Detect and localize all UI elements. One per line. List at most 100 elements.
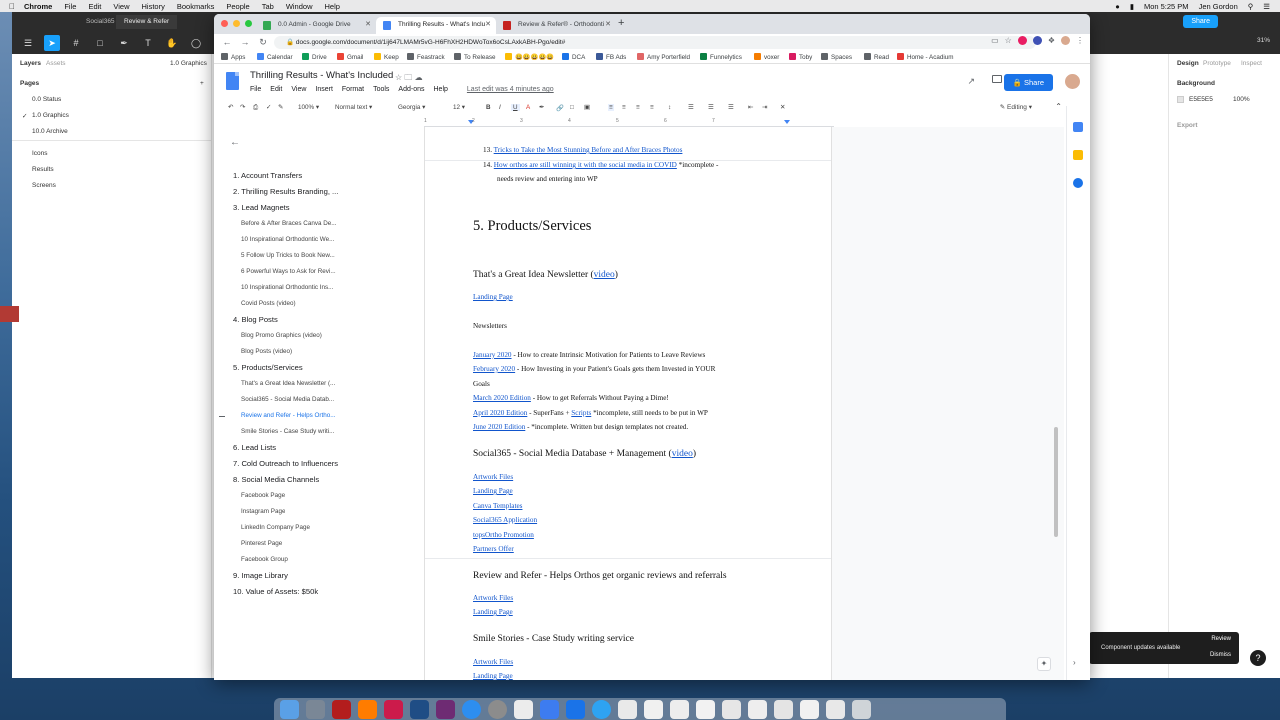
apple-icon[interactable]: : [0, 2, 24, 11]
video-link[interactable]: video: [672, 449, 693, 459]
browser-tab-active[interactable]: Thrilling Results - What's Inclu ✕: [376, 17, 496, 34]
document-thumbnail[interactable]: [774, 699, 793, 719]
profile-avatar[interactable]: [1061, 36, 1070, 45]
color-opacity[interactable]: 100%: [1233, 96, 1250, 103]
reload-icon[interactable]: ↻: [258, 37, 268, 48]
menubar-help[interactable]: Help: [325, 2, 340, 11]
figma-zoom[interactable]: 31%: [1257, 37, 1270, 44]
doc-link[interactable]: Landing Page: [473, 672, 513, 680]
scrollbar[interactable]: [1054, 427, 1058, 537]
files-icon[interactable]: [514, 699, 533, 719]
docs-menu-file[interactable]: File: [250, 86, 261, 93]
layer-item[interactable]: Icons: [32, 150, 48, 157]
paint-format-icon[interactable]: ✎: [278, 104, 283, 111]
address-bar[interactable]: 🔒 docs.google.com/document/d/1ij647LMAMr…: [274, 36, 1036, 49]
minimize-window-icon[interactable]: [233, 20, 240, 27]
back-arrow-icon[interactable]: ←: [230, 137, 240, 148]
outline-item[interactable]: Blog Promo Graphics (video): [241, 332, 322, 339]
extensions-puzzle-icon[interactable]: ❖: [1048, 36, 1055, 45]
star-icon[interactable]: ☆: [395, 73, 402, 82]
docs-menu-help[interactable]: Help: [434, 86, 448, 93]
toast-dismiss-button[interactable]: Dismiss: [1210, 652, 1231, 658]
outline-item[interactable]: Facebook Page: [241, 492, 285, 499]
comment-history-icon[interactable]: [992, 75, 1002, 83]
figma-menu-icon[interactable]: ☰: [20, 35, 36, 51]
font-select[interactable]: Georgia ▾: [398, 104, 425, 111]
close-tab-icon[interactable]: ✕: [605, 20, 611, 28]
docs-menu-view[interactable]: View: [291, 86, 306, 93]
outline-item[interactable]: 8. Social Media Channels: [233, 475, 319, 484]
text-tool-icon[interactable]: T: [140, 35, 156, 51]
bookmark-item[interactable]: Keep: [374, 53, 399, 61]
outline-item[interactable]: That's a Great Idea Newsletter (...: [241, 380, 335, 387]
doc-link[interactable]: Scripts: [571, 409, 591, 417]
outline-item[interactable]: Before & After Braces Canva De...: [241, 220, 337, 227]
doc-link[interactable]: Landing Page: [473, 293, 513, 301]
page-select[interactable]: 1.0 Graphics: [170, 60, 207, 67]
close-tab-icon[interactable]: ✕: [365, 20, 371, 28]
bulleted-list-icon[interactable]: ☰: [728, 104, 734, 111]
document-thumbnail[interactable]: [618, 699, 637, 719]
bookmark-item[interactable]: Funnelytics: [700, 53, 742, 61]
bookmark-item[interactable]: Spaces: [821, 53, 852, 61]
bookmark-item[interactable]: Calendar: [257, 53, 293, 61]
outline-item[interactable]: 10 Inspirational Orthodontic We...: [241, 236, 334, 243]
illustrator-icon[interactable]: [358, 699, 377, 719]
bookmark-item[interactable]: Toby: [789, 53, 812, 61]
menubar-user[interactable]: Jen Gordon: [1199, 2, 1238, 11]
help-button[interactable]: ?: [1250, 650, 1266, 666]
menubar-app-name[interactable]: Chrome: [24, 2, 52, 11]
bookmark-item[interactable]: FB Ads: [596, 53, 626, 61]
docs-menu-edit[interactable]: Edit: [270, 86, 282, 93]
design-tab[interactable]: Design: [1177, 60, 1199, 67]
spellcheck-icon[interactable]: ✓: [266, 104, 271, 111]
bookmark-item[interactable]: Home - Acadium: [897, 53, 954, 61]
chrome-icon[interactable]: [462, 699, 481, 719]
outline-item[interactable]: 2. Thrilling Results Branding, ...: [233, 187, 338, 196]
app-icon[interactable]: [332, 699, 351, 719]
outline-item-active[interactable]: Review and Refer - Helps Ortho...: [241, 412, 336, 419]
doc-link[interactable]: Landing Page: [473, 487, 513, 495]
browser-tab[interactable]: Review & Refer® - Orthodonti ✕: [496, 17, 616, 34]
trash-icon[interactable]: [852, 699, 871, 719]
menubar-window[interactable]: Window: [286, 2, 313, 11]
notes-icon[interactable]: [540, 699, 559, 719]
outline-item[interactable]: Pinterest Page: [241, 540, 282, 547]
keep-icon[interactable]: [1073, 150, 1083, 160]
google-docs-logo-icon[interactable]: [226, 72, 239, 90]
inspect-tab[interactable]: Inspect: [1241, 60, 1262, 67]
color-hex[interactable]: E5E5E5: [1189, 96, 1213, 103]
align-center-icon[interactable]: ≡: [622, 104, 626, 111]
comment-tool-icon[interactable]: ◯: [188, 35, 204, 51]
menubar-edit[interactable]: Edit: [88, 2, 101, 11]
doc-link[interactable]: Canva Templates: [473, 502, 522, 510]
figma-share-button[interactable]: Share: [1183, 15, 1218, 28]
outline-item[interactable]: LinkedIn Company Page: [241, 524, 310, 531]
editing-mode-select[interactable]: ✎ Editing ▾: [1000, 103, 1032, 111]
tasks-icon[interactable]: [1073, 178, 1083, 188]
menubar-file[interactable]: File: [64, 2, 76, 11]
assets-tab[interactable]: Assets: [46, 60, 66, 67]
docs-share-button[interactable]: 🔒 Share: [1003, 74, 1053, 91]
menubar-datetime[interactable]: Mon 5:25 PM: [1144, 2, 1189, 11]
outline-item[interactable]: 10 Inspirational Orthodontic Ins...: [241, 284, 333, 291]
outline-item[interactable]: 9. Image Library: [233, 571, 288, 580]
align-left-icon[interactable]: ≡: [608, 104, 614, 111]
document-thumbnail[interactable]: [670, 699, 689, 719]
menubar-view[interactable]: View: [113, 2, 129, 11]
doc-link[interactable]: Partners Offer: [473, 545, 514, 553]
bookmark-item[interactable]: To Release: [454, 53, 496, 61]
page-item[interactable]: 10.0 Archive: [32, 128, 68, 135]
doc-link[interactable]: Tricks to Take the Most Stunning Before …: [494, 146, 683, 154]
outline-item[interactable]: Smile Stories - Case Study writi...: [241, 428, 334, 435]
outline-item[interactable]: 6. Lead Lists: [233, 443, 276, 452]
export-label[interactable]: Export: [1177, 122, 1198, 129]
bookmark-item[interactable]: Read: [864, 53, 889, 61]
calendar-icon[interactable]: [1073, 122, 1083, 132]
menubar-people[interactable]: People: [226, 2, 249, 11]
underline-icon[interactable]: U: [511, 104, 520, 111]
menubar-tab[interactable]: Tab: [262, 2, 274, 11]
extension-icon[interactable]: [1017, 36, 1027, 45]
doc-link[interactable]: February 2020: [473, 365, 515, 373]
style-select[interactable]: Normal text ▾: [335, 104, 372, 111]
